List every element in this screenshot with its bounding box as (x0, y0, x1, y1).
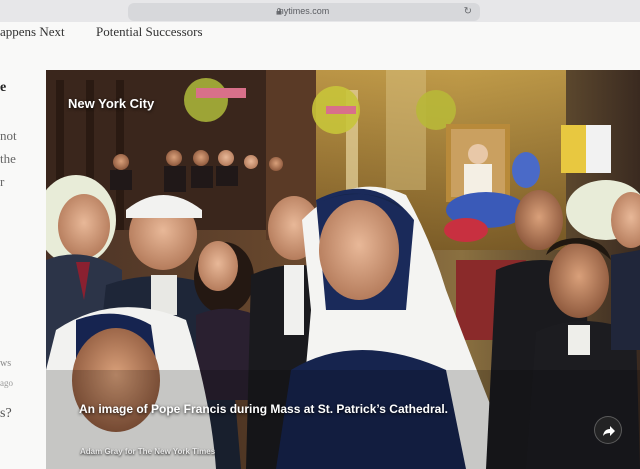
location-label: New York City (68, 96, 155, 111)
side-fragment-5: ws (0, 358, 12, 369)
url-text: nytimes.com (278, 6, 330, 16)
share-button[interactable] (594, 416, 622, 444)
side-fragment-7: s? (0, 406, 12, 421)
nav-item-potential-successors[interactable]: Potential Successors (96, 24, 203, 40)
address-bar[interactable]: nytimes.com ↻ (128, 3, 480, 21)
nav-item-what-happens-next[interactable]: appens Next (0, 24, 65, 40)
left-column-clipped: e not the r ws ago s? (0, 70, 44, 469)
reload-icon[interactable]: ↻ (464, 6, 472, 17)
photo-caption: An image of Pope Francis during Mass at … (79, 402, 448, 416)
side-fragment-2: not (0, 128, 17, 143)
side-fragment-3: the (0, 151, 16, 166)
side-fragment-6: ago (0, 378, 13, 388)
side-fragment-1: e (0, 80, 7, 95)
browser-toolbar: nytimes.com ↻ (0, 0, 640, 22)
side-fragment-4: r (0, 174, 5, 189)
hero-photo[interactable]: New York City An image of Pope Francis d… (46, 70, 640, 469)
share-icon (603, 426, 615, 436)
photo-credit: Adam Gray for The New York Times (80, 447, 216, 456)
